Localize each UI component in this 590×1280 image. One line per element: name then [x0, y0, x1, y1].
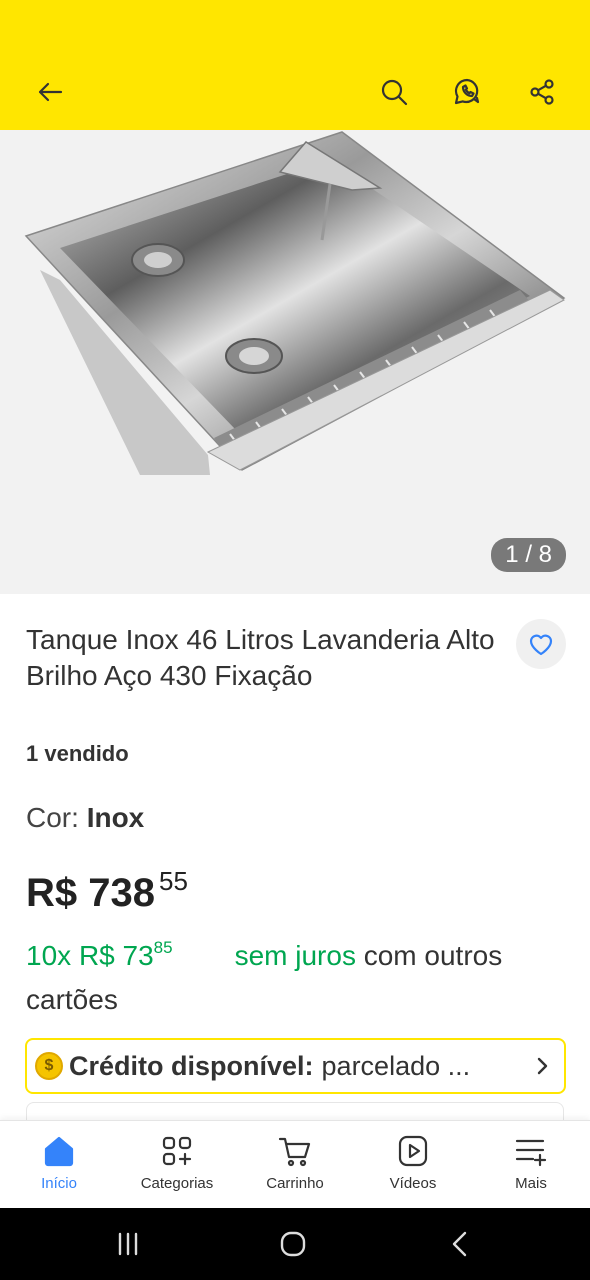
price-cents: 55 — [158, 866, 188, 896]
chevron-right-icon — [530, 1054, 554, 1078]
image-counter: 1 / 8 — [491, 538, 566, 572]
installments-count: 10x — [26, 940, 72, 971]
search-icon[interactable] — [376, 74, 412, 110]
product-image — [24, 131, 566, 475]
price: R$ 738 55 — [26, 866, 188, 916]
bottom-tab-bar: Início Categorias Carrinho Vídeos Mais — [0, 1120, 590, 1208]
product-image-gallery[interactable]: 1 / 8 — [0, 130, 590, 594]
cart-icon — [277, 1133, 313, 1169]
system-navigation-bar — [0, 1208, 590, 1280]
installment-value: R$ 73 — [78, 940, 154, 971]
favorite-button[interactable] — [516, 619, 566, 669]
tab-label: Início — [41, 1175, 77, 1192]
top-app-bar — [0, 0, 590, 130]
tab-videos[interactable]: Vídeos — [354, 1121, 472, 1209]
back-arrow-icon[interactable] — [32, 74, 68, 110]
more-icon — [513, 1133, 549, 1169]
tab-inicio[interactable]: Início — [0, 1121, 118, 1209]
no-interest-text: sem juros — [234, 940, 356, 971]
back-button-icon[interactable] — [440, 1228, 480, 1260]
tab-label: Vídeos — [389, 1175, 437, 1192]
price-main: R$ 738 — [26, 871, 155, 915]
coin-icon: $ — [35, 1052, 63, 1080]
video-icon — [395, 1133, 431, 1169]
tab-mais[interactable]: Mais — [472, 1121, 590, 1209]
sold-count: 1 vendido — [26, 741, 129, 766]
tab-label: Carrinho — [266, 1175, 324, 1192]
recent-apps-icon[interactable] — [108, 1228, 148, 1260]
tab-label: Mais — [515, 1175, 547, 1192]
installments-info: 10x R$ 7385 sem juros com outros cartões — [26, 926, 566, 1022]
tab-categorias[interactable]: Categorias — [118, 1121, 236, 1209]
product-title: Tanque Inox 46 Litros Lavanderia Alto Br… — [26, 624, 495, 691]
share-icon[interactable] — [524, 74, 560, 110]
installment-cents: 85 — [153, 938, 173, 957]
credit-available-banner[interactable]: $ Crédito disponível: parcelado ... — [25, 1038, 566, 1094]
color-selector[interactable]: Cor: Inox — [26, 802, 144, 834]
tab-label: Categorias — [140, 1175, 214, 1192]
home-icon — [41, 1133, 77, 1169]
credit-label: Crédito disponível: — [69, 1050, 314, 1081]
color-label: Cor: — [26, 802, 87, 833]
color-value: Inox — [86, 802, 145, 833]
whatsapp-icon[interactable] — [449, 74, 485, 110]
categories-icon — [159, 1133, 195, 1169]
heart-icon — [529, 634, 553, 656]
tab-carrinho[interactable]: Carrinho — [236, 1121, 354, 1209]
home-button-icon[interactable] — [273, 1228, 313, 1260]
credit-text: parcelado ... — [321, 1050, 471, 1081]
